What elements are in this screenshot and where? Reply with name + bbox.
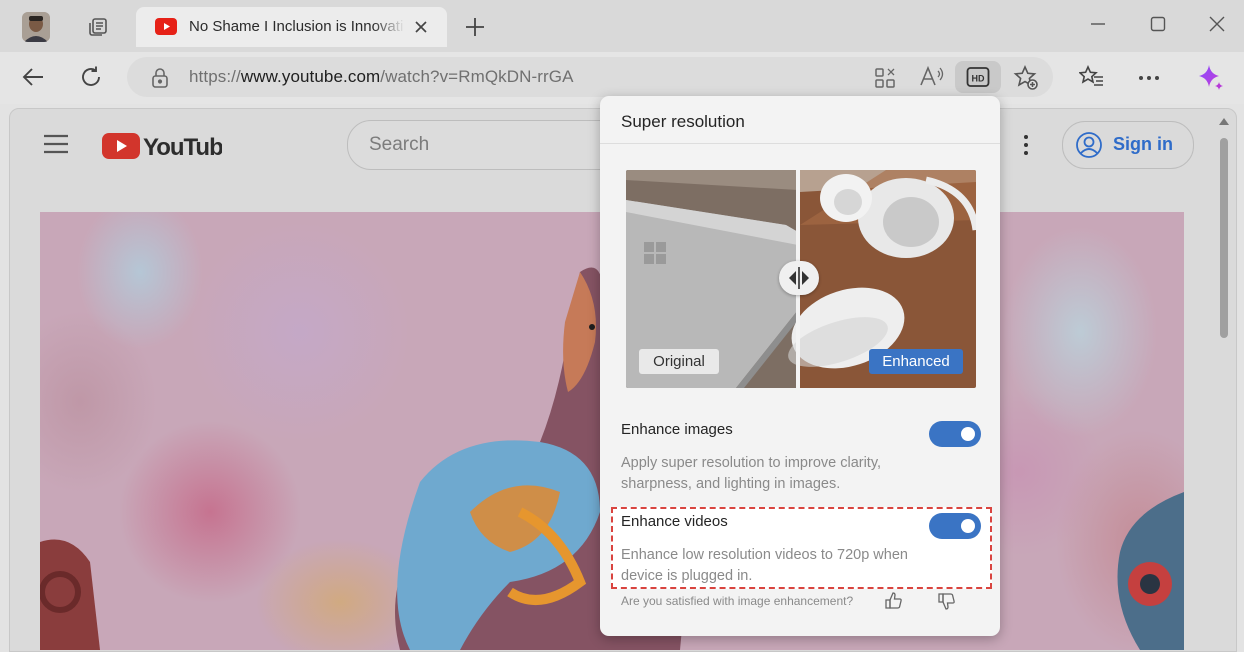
scrollbar-thumb[interactable] bbox=[1220, 138, 1228, 338]
close-window-icon[interactable] bbox=[1209, 16, 1225, 32]
enhance-images-description: Apply super resolution to improve clarit… bbox=[621, 455, 882, 492]
refresh-icon[interactable] bbox=[79, 65, 103, 89]
comparison-slider-handle[interactable] bbox=[779, 261, 819, 295]
scroll-up-arrow-icon[interactable] bbox=[1218, 117, 1230, 127]
kebab-menu-icon[interactable] bbox=[1022, 134, 1030, 156]
lock-icon[interactable] bbox=[150, 67, 170, 89]
account-icon bbox=[1075, 131, 1103, 159]
svg-text:YouTube: YouTube bbox=[143, 134, 222, 159]
youtube-icon bbox=[155, 18, 177, 35]
svg-text:HD: HD bbox=[972, 74, 985, 84]
original-badge: Original bbox=[639, 349, 719, 374]
more-icon[interactable] bbox=[1138, 75, 1160, 81]
copilot-icon[interactable] bbox=[1196, 63, 1226, 93]
popup-divider bbox=[600, 143, 1000, 144]
tab-title-fade bbox=[373, 16, 405, 38]
toggle-knob bbox=[961, 427, 975, 441]
enhance-images-toggle[interactable] bbox=[929, 421, 981, 447]
read-aloud-icon[interactable] bbox=[919, 65, 945, 89]
enhanced-badge: Enhanced bbox=[869, 349, 963, 374]
enhance-videos-description: Enhance low resolution videos to 720p wh… bbox=[621, 547, 908, 584]
close-icon[interactable] bbox=[413, 19, 429, 35]
toggle-knob bbox=[961, 519, 975, 533]
favorite-add-icon[interactable] bbox=[1013, 65, 1039, 91]
workspaces-icon[interactable] bbox=[86, 15, 110, 39]
profile-avatar[interactable] bbox=[22, 12, 50, 42]
youtube-search-placeholder[interactable]: Search bbox=[369, 134, 429, 156]
sign-in-label: Sign in bbox=[1113, 134, 1173, 154]
plus-icon[interactable] bbox=[463, 15, 487, 39]
hd-icon: HD bbox=[966, 66, 990, 88]
youtube-logo[interactable]: YouTube bbox=[102, 131, 222, 159]
back-icon[interactable] bbox=[21, 66, 45, 88]
popup-title: Super resolution bbox=[621, 112, 745, 131]
apps-icon[interactable] bbox=[873, 66, 897, 90]
enhance-videos-label: Enhance videos bbox=[621, 513, 728, 530]
url-text[interactable]: https://www.youtube.com/watch?v=RmQkDN-r… bbox=[189, 67, 574, 87]
feedback-question: Are you satisfied with image enhancement… bbox=[621, 594, 854, 608]
enhance-images-label: Enhance images bbox=[621, 421, 733, 438]
thumbs-down-icon[interactable] bbox=[937, 591, 957, 611]
minimize-icon[interactable] bbox=[1090, 22, 1106, 26]
enhance-videos-toggle[interactable] bbox=[929, 513, 981, 539]
tab-title: No Shame I Inclusion is Innovation bbox=[189, 18, 403, 35]
favorites-icon[interactable] bbox=[1079, 65, 1105, 89]
menu-icon[interactable] bbox=[43, 134, 69, 154]
thumbs-up-icon[interactable] bbox=[884, 591, 904, 611]
maximize-icon[interactable] bbox=[1150, 16, 1166, 32]
